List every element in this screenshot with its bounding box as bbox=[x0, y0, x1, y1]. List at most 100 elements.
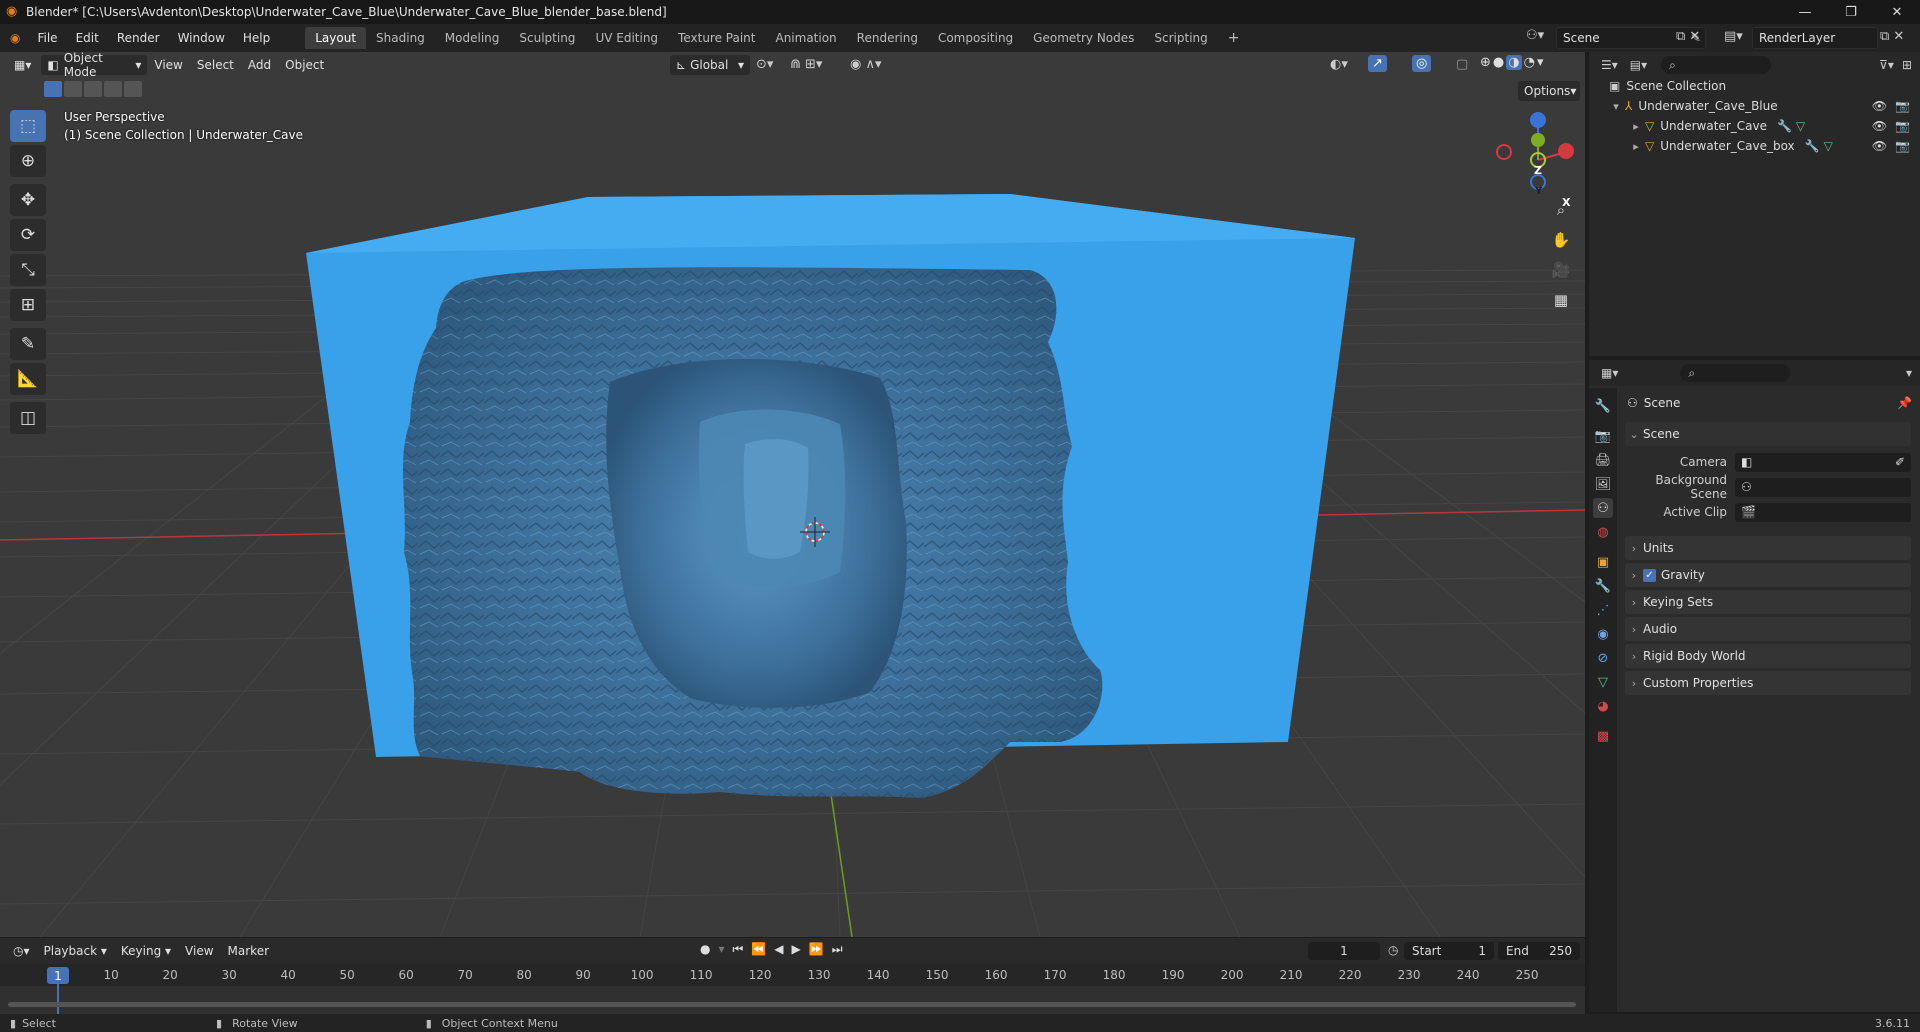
texture-tab-icon[interactable]: ▩ bbox=[1593, 726, 1613, 746]
filter-icon[interactable]: ⊽▾ bbox=[1879, 58, 1894, 72]
render-camera-icon[interactable]: 📷 bbox=[1895, 119, 1910, 133]
current-frame-field[interactable]: 1 bbox=[1308, 942, 1380, 960]
tab-geometry-nodes[interactable]: Geometry Nodes bbox=[1023, 27, 1144, 49]
outliner-editor-type-icon[interactable]: ☰▾ bbox=[1601, 58, 1618, 72]
jump-end-icon[interactable]: ⏭ bbox=[832, 942, 843, 957]
move-tool[interactable]: ✥ bbox=[10, 184, 46, 216]
menu-object[interactable]: Object bbox=[278, 58, 331, 72]
editor-type-button[interactable]: ▦▾ bbox=[8, 55, 37, 75]
menu-render[interactable]: Render bbox=[108, 31, 169, 45]
pivot-icon[interactable]: ⊙▾ bbox=[756, 57, 773, 72]
outliner-row-underwater-cave-blue[interactable]: ▾ ⅄ Underwater_Cave_Blue 👁 📷 bbox=[1589, 96, 1920, 116]
modifier-tab-icon[interactable]: 🔧 bbox=[1593, 576, 1613, 596]
tab-layout[interactable]: Layout bbox=[305, 27, 367, 49]
viewport-scene[interactable] bbox=[0, 52, 1585, 937]
outliner-row-scene-collection[interactable]: ▣ Scene Collection bbox=[1589, 76, 1920, 96]
panel-audio[interactable]: › Audio bbox=[1625, 617, 1911, 641]
annotate-tool[interactable]: ✎ bbox=[10, 328, 46, 360]
rotate-tool[interactable]: ⟳ bbox=[10, 219, 46, 251]
visibility-eye-icon[interactable]: 👁 bbox=[1872, 139, 1887, 153]
panel-units[interactable]: › Units bbox=[1625, 536, 1911, 560]
chevron-down-icon[interactable]: ▾ bbox=[1537, 55, 1544, 70]
tab-uv-editing[interactable]: UV Editing bbox=[585, 27, 668, 49]
chevron-down-icon[interactable]: ▾ bbox=[1906, 366, 1912, 380]
tab-sculpting[interactable]: Sculpting bbox=[509, 27, 585, 49]
tab-shading[interactable]: Shading bbox=[366, 27, 435, 49]
outliner-search-input[interactable]: ⌕ bbox=[1661, 56, 1772, 74]
tab-compositing[interactable]: Compositing bbox=[928, 27, 1023, 49]
panel-gravity[interactable]: › ✓ Gravity bbox=[1625, 563, 1911, 587]
options-dropdown[interactable]: Options ▾ bbox=[1518, 81, 1580, 101]
add-cube-tool[interactable]: ◫ bbox=[10, 402, 46, 434]
gizmo-y-label[interactable]: Y bbox=[1535, 186, 1542, 197]
tool-tab-icon[interactable]: 🔧 bbox=[1593, 396, 1613, 416]
select-extend-icon[interactable] bbox=[64, 81, 82, 97]
chevron-down-icon[interactable]: ▾ bbox=[718, 942, 724, 957]
pan-hand-icon[interactable]: ✋ bbox=[1547, 226, 1575, 254]
new-scene-icon[interactable]: ⧉ ✕ bbox=[1676, 29, 1700, 44]
zoom-icon[interactable]: ⌕ bbox=[1547, 196, 1575, 224]
scene-tab-icon[interactable]: ⚇ bbox=[1593, 498, 1613, 518]
view-layer-tab-icon[interactable]: 🖼 bbox=[1593, 474, 1613, 494]
properties-editor-type-icon[interactable]: ▦▾ bbox=[1601, 366, 1618, 380]
visibility-icon[interactable]: ◐▾ bbox=[1330, 57, 1348, 72]
clock-icon[interactable]: ◷ bbox=[1388, 943, 1398, 957]
xray-icon[interactable]: ▢ bbox=[1456, 57, 1468, 72]
rendered-shading-icon[interactable]: ◔ bbox=[1524, 55, 1535, 70]
jump-start-icon[interactable]: ⏮ bbox=[733, 942, 744, 957]
particles-tab-icon[interactable]: ⋰ bbox=[1593, 600, 1613, 620]
add-workspace-icon[interactable]: + bbox=[1218, 26, 1250, 50]
camera-view-icon[interactable]: 🎥 bbox=[1547, 256, 1575, 284]
restore-button[interactable]: ❐ bbox=[1828, 0, 1874, 24]
collapse-icon[interactable]: ▾ bbox=[1607, 100, 1625, 113]
wireframe-shading-icon[interactable]: ⊕ bbox=[1480, 55, 1491, 70]
active-clip-field[interactable]: 🎬 bbox=[1735, 502, 1911, 522]
panel-custom-properties[interactable]: › Custom Properties bbox=[1625, 671, 1911, 695]
3d-viewport[interactable]: Z X Y ▦▾ ◧ Object Mode ▾ View Select Add… bbox=[0, 52, 1585, 937]
transform-tool[interactable]: ⊞ bbox=[10, 289, 46, 321]
outliner-row-underwater-cave[interactable]: ▸ ▽ Underwater_Cave 🔧 ▽ 👁 📷 bbox=[1589, 116, 1920, 136]
gravity-checkbox[interactable]: ✓ bbox=[1643, 568, 1656, 582]
frame-ruler[interactable]: 1 10 20 30 40 50 60 70 80 90 100 110 120 130 140 150 160… bbox=[0, 964, 1585, 1014]
data-tab-icon[interactable]: ▽ bbox=[1593, 672, 1613, 692]
world-tab-icon[interactable]: ◍ bbox=[1593, 522, 1613, 542]
play-icon[interactable]: ▶ bbox=[792, 942, 801, 957]
select-mode-buttons[interactable] bbox=[44, 81, 142, 97]
view-layer-icon[interactable]: ▤▾ bbox=[1724, 29, 1743, 44]
snap-icon[interactable]: ⋒ ⊞▾ bbox=[790, 57, 822, 72]
end-frame-field[interactable]: End 250 bbox=[1498, 942, 1580, 960]
eyedropper-icon[interactable]: ✐ bbox=[1895, 455, 1905, 469]
material-shading-icon[interactable]: ◑ bbox=[1506, 55, 1522, 70]
overlay-toggle-icon[interactable]: ◎ bbox=[1412, 55, 1432, 72]
material-tab-icon[interactable]: ◕ bbox=[1593, 696, 1613, 716]
menu-select[interactable]: Select bbox=[190, 58, 241, 72]
select-subtract-icon[interactable] bbox=[84, 81, 102, 97]
cursor-tool[interactable]: ⊕ bbox=[10, 145, 46, 177]
tab-rendering[interactable]: Rendering bbox=[847, 27, 928, 49]
constraints-tab-icon[interactable]: ⊘ bbox=[1593, 648, 1613, 668]
panel-rigid-body-world[interactable]: › Rigid Body World bbox=[1625, 644, 1911, 668]
render-camera-icon[interactable]: 📷 bbox=[1895, 139, 1910, 153]
panel-scene[interactable]: ⌄ Scene bbox=[1625, 422, 1911, 446]
render-tab-icon[interactable]: 📷 bbox=[1593, 426, 1613, 446]
proportional-edit-icon[interactable]: ◉ ∧▾ bbox=[850, 57, 882, 72]
visibility-eye-icon[interactable]: 👁 bbox=[1872, 119, 1887, 133]
solid-shading-icon[interactable]: ● bbox=[1493, 55, 1504, 70]
panel-keying-sets[interactable]: › Keying Sets bbox=[1625, 590, 1911, 614]
tab-modeling[interactable]: Modeling bbox=[435, 27, 510, 49]
menu-view[interactable]: View bbox=[147, 58, 189, 72]
physics-tab-icon[interactable]: ◉ bbox=[1593, 624, 1613, 644]
new-view-layer-icon[interactable]: ⧉ ✕ bbox=[1880, 29, 1904, 44]
expand-icon[interactable]: ▸ bbox=[1627, 120, 1645, 133]
menu-view-timeline[interactable]: View bbox=[178, 944, 220, 958]
menu-add[interactable]: Add bbox=[241, 58, 278, 72]
shading-modes[interactable]: ⊕ ● ◑ ◔ ▾ bbox=[1480, 55, 1543, 70]
display-mode-icon[interactable]: ▤▾ bbox=[1630, 58, 1647, 72]
timeline-editor-type-icon[interactable]: ◷▾ bbox=[6, 944, 37, 958]
perspective-toggle-icon[interactable]: ▦ bbox=[1547, 286, 1575, 314]
jump-keyframe-back-icon[interactable]: ⏪ bbox=[751, 942, 766, 957]
output-tab-icon[interactable]: 🖨 bbox=[1593, 450, 1613, 470]
new-collection-icon[interactable]: ⊞ bbox=[1902, 58, 1912, 72]
play-reverse-icon[interactable]: ◀ bbox=[774, 942, 783, 957]
select-intersect-icon[interactable] bbox=[124, 81, 142, 97]
